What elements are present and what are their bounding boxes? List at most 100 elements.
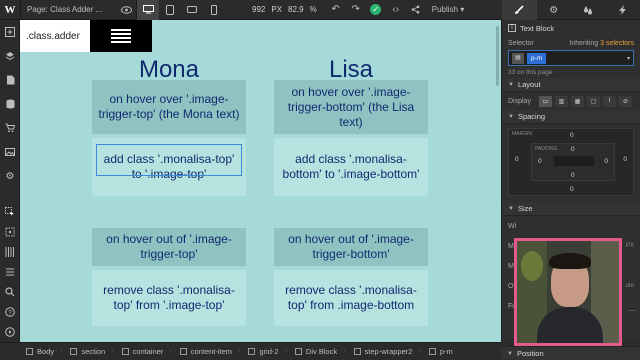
padding-left-value[interactable]: 0 <box>538 158 542 165</box>
breadcrumb-item[interactable]: Body › <box>22 343 66 360</box>
viewport-unit: PX <box>271 5 283 14</box>
video-tutorials-icon[interactable] <box>0 322 20 342</box>
breadcrumb-item[interactable]: content-item › <box>176 343 245 360</box>
position-section-header[interactable]: ▼ Position <box>501 346 640 360</box>
assets-images-icon[interactable] <box>0 140 20 164</box>
overflow-value[interactable]: uto <box>626 283 634 289</box>
share-icon[interactable] <box>406 0 426 20</box>
step-hover-mona[interactable]: on hover over '.image-trigger-top' (the … <box>92 80 246 134</box>
hamburger-menu-icon <box>111 29 131 43</box>
ecommerce-cart-icon[interactable] <box>0 116 20 140</box>
search-icon[interactable] <box>0 282 20 302</box>
element-icon <box>121 348 129 355</box>
interactions-lightning-icon[interactable] <box>606 0 640 20</box>
select-cursor-icon[interactable] <box>0 202 20 222</box>
display-inline-button[interactable]: I <box>603 95 616 107</box>
breadcrumb-item[interactable]: Div Block › <box>291 343 350 360</box>
mobile-landscape-breakpoint-icon[interactable] <box>181 0 203 20</box>
preview-eye-icon[interactable] <box>116 0 136 20</box>
desktop-breakpoint-icon[interactable] <box>137 0 159 20</box>
chevron-right-icon: › <box>111 348 114 355</box>
mobile-portrait-breakpoint-icon[interactable] <box>203 0 225 20</box>
publish-button[interactable]: Publish ▾ <box>426 0 471 20</box>
text-icon <box>428 348 436 355</box>
element-icon <box>353 348 361 355</box>
layout-section-header[interactable]: ▼ Layout <box>502 78 640 92</box>
padding-top-value[interactable]: 0 <box>571 146 575 153</box>
step-remove-class-mona[interactable]: remove class '.monalisa-top' from '.imag… <box>92 270 246 326</box>
cms-database-icon[interactable] <box>0 92 20 116</box>
size-section-header[interactable]: ▼ Size <box>502 202 640 216</box>
style-manager-drops-icon[interactable] <box>571 0 606 20</box>
selector-field[interactable]: ▤ p-m ▾ <box>508 50 634 66</box>
step-hover-out-mona[interactable]: on hover out of '.image-trigger-top' <box>92 228 246 266</box>
style-panel-brush-icon[interactable] <box>502 0 537 20</box>
undo-redo-group: ↶ ↷ <box>326 0 366 20</box>
settings-gear-icon[interactable]: ⚙ <box>0 164 20 188</box>
margin-bottom-value[interactable]: 0 <box>570 186 574 193</box>
selector-row: Selector Inheriting 3 selectors <box>502 36 640 50</box>
element-icon <box>179 348 187 355</box>
padding-right-value[interactable]: 0 <box>604 158 608 165</box>
page-selector[interactable]: Page: Class Adder ... <box>21 0 116 20</box>
person-hair <box>549 253 591 269</box>
display-flex-button[interactable]: ▥ <box>555 95 568 107</box>
margin-top-value[interactable]: 0 <box>570 132 574 139</box>
breadcrumb-label: grid-2 <box>259 347 279 356</box>
chevron-down-icon: ▼ <box>508 81 514 88</box>
display-inline-block-button[interactable]: ▢ <box>587 95 600 107</box>
padding-box: PADDING 0 0 0 0 <box>531 143 615 181</box>
display-block-button[interactable]: ▭ <box>539 95 552 107</box>
tablet-breakpoint-icon[interactable] <box>159 0 181 20</box>
code-export-icon[interactable]: ‹› <box>386 0 406 20</box>
breadcrumb-item[interactable]: p-m <box>425 343 457 360</box>
section-title: Size <box>517 204 533 213</box>
panel-tabs: ⚙ <box>502 0 640 20</box>
class-adder-widget[interactable]: .class.adder <box>20 20 152 52</box>
audit-list-icon[interactable] <box>0 262 20 282</box>
breadcrumb-item[interactable]: step-wrapper2 › <box>350 343 425 360</box>
pages-icon[interactable] <box>0 68 20 92</box>
display-grid-button[interactable]: ▦ <box>571 95 584 107</box>
margin-right-value[interactable]: 0 <box>623 156 627 163</box>
help-question-icon[interactable]: ? <box>0 302 20 322</box>
margin-left-value[interactable]: 0 <box>515 156 519 163</box>
add-elements-plus-icon[interactable] <box>0 20 20 44</box>
more-options-icon[interactable]: ⋯ <box>628 306 636 315</box>
unit-label[interactable]: PX <box>626 243 634 249</box>
selector-class-tag[interactable]: p-m <box>527 52 547 64</box>
inheriting-info[interactable]: Inheriting 3 selectors <box>569 40 634 47</box>
padding-label: PADDING <box>535 146 558 152</box>
spacing-section-header[interactable]: ▼ Spacing <box>502 110 640 124</box>
spacing-box-model: MARGIN 0 0 0 0 PADDING 0 0 0 0 <box>508 128 634 196</box>
step-hover-out-lisa[interactable]: on hover out of '.image-trigger-bottom' <box>274 228 428 266</box>
step-remove-class-lisa[interactable]: remove class '.monalisa-top' from .image… <box>274 270 428 326</box>
display-none-button[interactable]: ⊘ <box>619 95 632 107</box>
content-box <box>554 156 594 166</box>
design-canvas[interactable]: .class.adder Mona Lisa on hover over '.i… <box>20 20 501 342</box>
display-row: Display ▭ ▥ ▦ ▢ I ⊘ <box>502 92 640 110</box>
redo-icon[interactable]: ↷ <box>346 0 366 20</box>
undo-icon[interactable]: ↶ <box>326 0 346 20</box>
chevron-down-icon: ▼ <box>507 350 513 357</box>
breadcrumb-item[interactable]: grid-2 › <box>244 343 291 360</box>
step-text: on hover out of '.image-trigger-top' <box>106 232 232 261</box>
step-hover-lisa[interactable]: on hover over '.image-trigger-bottom' (t… <box>274 80 428 134</box>
canvas-scrollbar[interactable] <box>496 26 499 86</box>
settings-gear-icon[interactable]: ⚙ <box>537 0 572 20</box>
breadcrumb-label: container <box>132 347 164 356</box>
x-ray-icon[interactable] <box>0 222 20 242</box>
grid-overlay-icon[interactable] <box>0 242 20 262</box>
navigator-layers-icon[interactable] <box>0 44 20 68</box>
breadcrumb-item[interactable]: section › <box>66 343 117 360</box>
step-add-class-lisa[interactable]: add class '.monalisa-bottom' to '.image-… <box>274 138 428 196</box>
step-add-class-mona[interactable]: add class '.monalisa-top' to '.image-top… <box>92 138 246 196</box>
padding-bottom-value[interactable]: 0 <box>571 172 575 179</box>
webflow-logo[interactable]: W <box>0 0 20 20</box>
menu-button[interactable] <box>90 20 152 52</box>
chevron-down-icon[interactable]: ▾ <box>627 55 630 62</box>
grid-icon <box>248 348 256 355</box>
breadcrumb-item[interactable]: container › <box>118 343 176 360</box>
selector-state-icon[interactable]: ▤ <box>512 52 524 64</box>
chevron-down-icon: ▼ <box>508 205 514 212</box>
